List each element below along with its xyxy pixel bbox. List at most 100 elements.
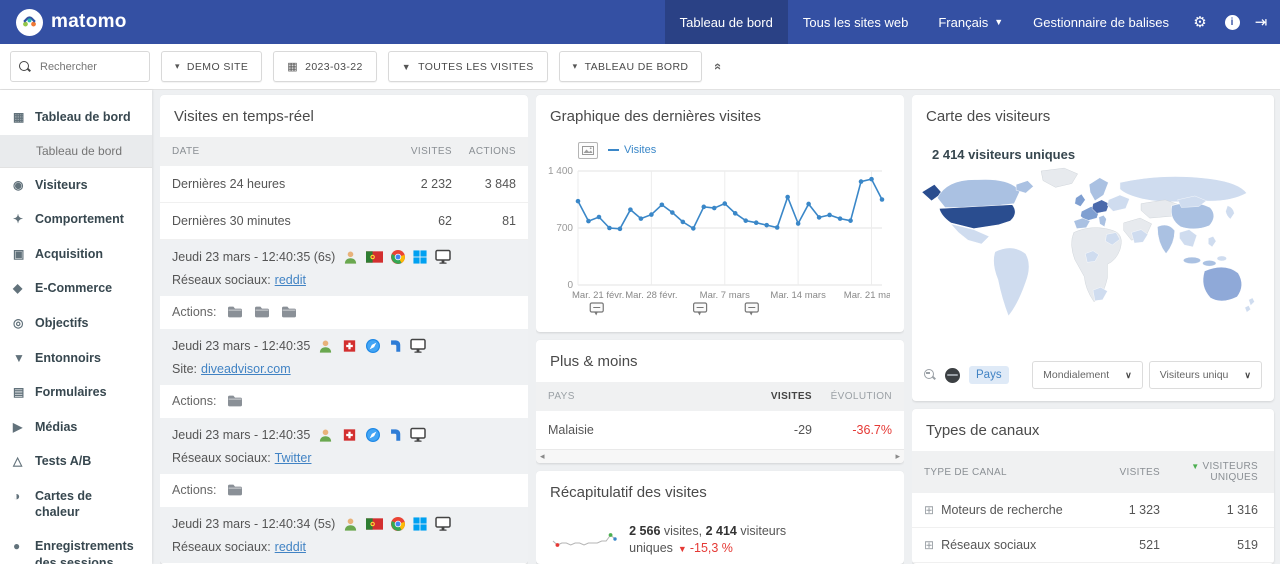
nav-item-3[interactable]: Gestionnaire de balises — [1018, 0, 1184, 44]
calendar-icon: ▦ — [287, 61, 299, 73]
legend-line-swatch — [608, 149, 619, 151]
country-flag-portugal-icon — [366, 251, 383, 263]
col-header-visites[interactable]: VISITES — [1090, 467, 1160, 478]
sidebar-item-tests-a-b[interactable]: △ Tests A/B — [0, 444, 152, 479]
region-toggle-pays[interactable]: Pays — [969, 366, 1009, 384]
recap-rows: 2 566 visites, 2 414 visiteurs uniques ▼ -… — [536, 513, 904, 564]
sidebar-item-m-dias[interactable]: ▶ Médias — [0, 410, 152, 445]
realtime-table-header: DATE VISITES ACTIONS — [160, 137, 528, 166]
visitor-person-icon — [343, 517, 358, 532]
expand-plus-icon[interactable]: ⊞ — [924, 538, 934, 552]
search-input[interactable] — [38, 59, 141, 74]
referrer-link[interactable]: Twitter — [275, 451, 312, 465]
left-sidebar: ▦ Tableau de bord Tableau de bord ◉ Visiteur… — [0, 90, 152, 564]
col-header-utilisateurs[interactable]: UTILISAT — [1264, 467, 1274, 478]
secondary-toolbar: ▾ DEMO SITE ▦ 2023-03-22 ▼ TOUTES LES VI… — [0, 44, 1280, 90]
visit-line1: Jeudi 23 mars - 12:40:35 — [172, 338, 516, 354]
sign-out-icon[interactable]: ⇥ — [1248, 0, 1280, 44]
date-selector-button[interactable]: ▦ 2023-03-22 — [273, 51, 377, 82]
column-3: Carte des visiteurs 2 414 visiteurs uniq… — [912, 90, 1280, 564]
search-box[interactable] — [10, 51, 150, 82]
svg-text:Mar. 28 févr.: Mar. 28 févr. — [625, 290, 677, 301]
world-map[interactable]: 2 414 visiteurs uniques — [912, 137, 1274, 353]
sidebar-item-enregistrements-des-sessions[interactable]: ● Enregistrements des sessions — [0, 529, 152, 564]
expand-plus-icon[interactable]: ⊞ — [924, 503, 934, 517]
map-dropdowns: Mondialement ∨ Visiteurs uniqu ∨ — [1032, 361, 1262, 389]
nav-item-1[interactable]: Tous les sites web — [788, 0, 924, 44]
sidebar-item-visiteurs[interactable]: ◉ Visiteurs — [0, 168, 152, 203]
page-folder-icon — [227, 394, 243, 408]
sidebar-item-acquisition[interactable]: ▣ Acquisition — [0, 237, 152, 272]
col-header-visiteurs-uniques[interactable]: ▼ VISITEURS UNIQUES — [1166, 461, 1258, 483]
visit-line1: Jeudi 23 mars - 12:40:35 (6s) — [172, 249, 516, 265]
scroll-right-arrow-icon[interactable]: ▸ — [895, 451, 900, 462]
sidebar-item-objectifs[interactable]: ◎ Objectifs — [0, 306, 152, 341]
zoom-out-icon[interactable] — [924, 369, 936, 381]
plus-moins-header: PAYS VISITES ÉVOLUTION — [536, 382, 904, 411]
export-image-icon[interactable] — [578, 141, 598, 159]
col-header-type-de-canal[interactable]: TYPE DE CANAL — [924, 467, 1084, 478]
visit-actions-row-0: Actions: — [160, 296, 528, 329]
col-header-visites[interactable]: VISITES — [388, 146, 452, 157]
segment-selector-button[interactable]: ▼ TOUTES LES VISITES — [387, 51, 548, 82]
funnels-icon: ▼ — [13, 350, 25, 365]
sidebar-item-label: Formulaires — [35, 385, 107, 400]
referrer-link[interactable]: reddit — [275, 540, 306, 554]
svg-text:Mar. 14 mars: Mar. 14 mars — [770, 290, 826, 301]
referrer-link[interactable]: diveadvisor.com — [201, 362, 291, 376]
sidebar-item-e-commerce[interactable]: ◆ E-Commerce — [0, 271, 152, 306]
map-scope-select[interactable]: Mondialement ∨ — [1032, 361, 1143, 389]
goals-icon: ◎ — [13, 315, 24, 330]
matomo-logo[interactable]: matomo — [0, 0, 143, 44]
visitor-map-widget: Carte des visiteurs 2 414 visiteurs uniq… — [912, 95, 1274, 401]
sidebar-item-comportement[interactable]: ✦ Comportement — [0, 202, 152, 237]
country-flag-portugal-icon — [366, 518, 383, 530]
sidebar-item-cartes-de-chaleur[interactable]: ◑ Cartes de chaleur — [0, 479, 152, 530]
funnel-icon: ▼ — [401, 61, 412, 72]
col-header-evolution[interactable]: ÉVOLUTION — [812, 391, 892, 402]
site-selector-button[interactable]: ▾ DEMO SITE — [161, 51, 263, 82]
channel-name: Réseaux sociaux — [941, 538, 1037, 552]
channel-name: Moteurs de recherche — [941, 503, 1063, 517]
country-flag-switzerland-icon — [341, 340, 358, 352]
collapse-chevrons-icon[interactable]: « — [712, 63, 727, 70]
summary-visites: 62 — [438, 214, 452, 228]
info-icon[interactable]: i — [1216, 0, 1248, 44]
sidebar-item-label: Tableau de bord — [35, 110, 131, 124]
scroll-left-arrow-icon[interactable]: ◂ — [540, 451, 545, 462]
safari-browser-icon — [366, 428, 380, 442]
globe-icon[interactable] — [945, 367, 960, 383]
nav-item-0[interactable]: Tableau de bord — [664, 0, 788, 44]
col-header-actions[interactable]: ACTIONS — [452, 146, 516, 157]
country-flag-switzerland-icon — [341, 429, 358, 441]
channel-types-widget: Types de canaux TYPE DE CANAL VISITES ▼ V… — [912, 409, 1274, 564]
sort-desc-icon: ▼ — [1191, 462, 1200, 471]
line-chart-svg[interactable]: 07001 400Mar. 21 févr. Mar. 28 févr. Mar. … — [546, 161, 899, 319]
col-header-pays[interactable]: PAYS — [548, 391, 742, 402]
sidebar-item-entonnoirs[interactable]: ▼ Entonnoirs — [0, 341, 152, 376]
col-header-visites[interactable]: VISITES — [742, 391, 812, 402]
nav-item-label: Tableau de bord — [679, 14, 773, 30]
caret-down-icon: ▾ — [175, 61, 180, 71]
map-metric-select[interactable]: Visiteurs uniqu ∨ — [1148, 361, 1262, 389]
legend-item-visites[interactable]: Visites — [608, 144, 656, 156]
nav-item-2[interactable]: Français ▼ — [923, 0, 1018, 44]
horizontal-scrollbar[interactable]: ◂ ▸ — [536, 449, 904, 463]
visit-line1: Jeudi 23 mars - 12:40:35 — [172, 427, 516, 443]
referrer-link[interactable]: reddit — [275, 273, 306, 287]
svg-text:Mar. 21 févr.: Mar. 21 févr. — [572, 290, 624, 301]
sidebar-item-tableau-de-bord[interactable]: ▦ Tableau de bord — [0, 100, 152, 135]
sidebar-item-formulaires[interactable]: ▤ Formulaires — [0, 375, 152, 410]
world-map-svg — [921, 167, 1255, 317]
chart-legend-row: Visites — [578, 139, 894, 161]
map-controls: Pays Mondialement ∨ Visiteurs uniqu ∨ — [912, 353, 1274, 401]
minus-glyph — [926, 372, 930, 374]
visitor-person-icon — [318, 428, 333, 443]
visit-row-2: Jeudi 23 mars - 12:40:35 Réseaux sociaux:… — [160, 418, 528, 474]
sidebar-subitem-1[interactable]: Tableau de bord — [0, 134, 152, 168]
svg-text:Mar. 7 mars: Mar. 7 mars — [700, 290, 750, 301]
settings-gear-icon[interactable]: ⚙ — [1184, 0, 1216, 44]
col-header-date[interactable]: DATE — [172, 146, 388, 157]
dashboard-selector-button[interactable]: ▾ TABLEAU DE BORD — [558, 51, 703, 82]
desktop-device-icon — [435, 249, 451, 265]
